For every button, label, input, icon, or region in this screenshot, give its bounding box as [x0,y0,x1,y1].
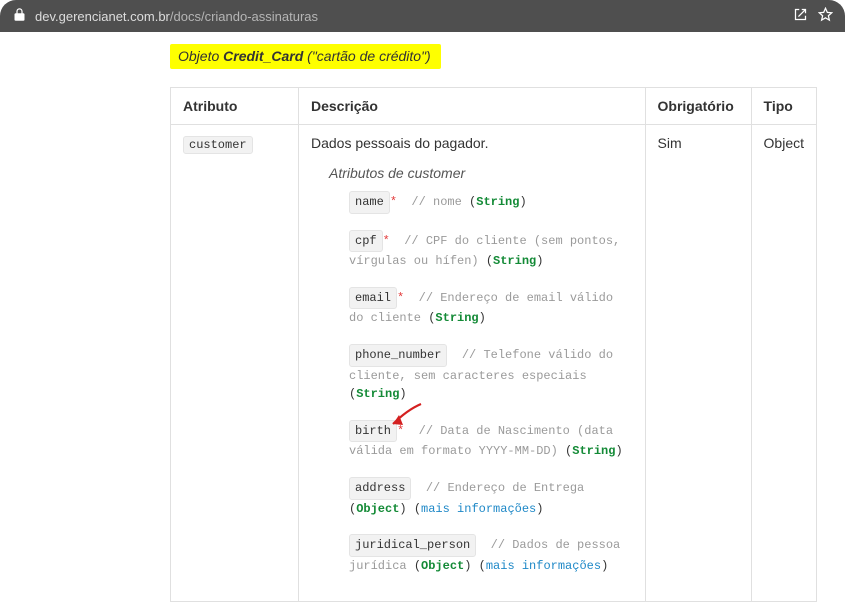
url-display: dev.gerencianet.com.br/docs/criando-assi… [12,7,783,25]
address-bar[interactable]: dev.gerencianet.com.br/docs/criando-assi… [0,0,845,32]
highlight-suffix: ("cartão de crédito") [303,48,430,64]
attr-name: name* // nome (String) [349,191,633,214]
customer-attr-list: name* // nome (String) cpf* // CPF do cl… [349,191,633,575]
table-row: customer Dados pessoais do pagador. Atri… [171,125,817,602]
chip-birth: birth [349,420,397,443]
attr-chip-customer: customer [183,136,253,154]
cell-tipo: Object [751,125,816,602]
link-address-mais-info[interactable]: mais informações [421,502,536,516]
chip-address: address [349,477,411,500]
desc-lead: Dados pessoais do pagador. [311,135,633,151]
required-mark: * [397,424,404,438]
lock-icon [12,7,27,25]
url-host: dev.gerencianet.com.br [35,9,170,24]
url-path: /docs/criando-assinaturas [170,9,318,24]
required-mark: * [383,234,390,248]
share-icon[interactable] [793,7,808,25]
attributes-table: Atributo Descrição Obrigatório Tipo cust… [170,87,817,602]
cell-descricao: Dados pessoais do pagador. Atributos de … [299,125,646,602]
th-tipo: Tipo [751,88,816,125]
highlight-prefix: Objeto [178,48,223,64]
cell-atributo: customer [171,125,299,602]
cell-obrigatorio: Sim [645,125,751,602]
required-mark: * [390,195,397,209]
th-atributo: Atributo [171,88,299,125]
chip-cpf: cpf [349,230,383,253]
th-obrigatorio: Obrigatório [645,88,751,125]
chip-name: name [349,191,390,214]
attr-juridical-person: juridical_person // Dados de pessoa jurí… [349,534,633,575]
desc-subheading: Atributos de customer [329,165,633,181]
attr-address: address // Endereço de Entrega (Object) … [349,477,633,518]
attr-phone-number: phone_number // Telefone válido do clien… [349,344,633,404]
star-icon[interactable] [818,7,833,25]
link-juridical-mais-info[interactable]: mais informações [486,559,601,573]
attr-email: email* // Endereço de email válido do cl… [349,287,633,328]
page-content: Objeto Credit_Card ("cartão de crédito")… [0,32,845,602]
chip-email: email [349,287,397,310]
required-mark: * [397,291,404,305]
attr-cpf: cpf* // CPF do cliente (sem pontos, vírg… [349,230,633,271]
highlight-bold: Credit_Card [223,48,303,64]
attr-birth: birth* // Data de Nascimento (data válid… [349,420,633,461]
highlight-banner: Objeto Credit_Card ("cartão de crédito") [170,44,441,69]
table-header-row: Atributo Descrição Obrigatório Tipo [171,88,817,125]
chip-juridical-person: juridical_person [349,534,476,557]
chip-phone-number: phone_number [349,344,447,367]
th-descricao: Descrição [299,88,646,125]
